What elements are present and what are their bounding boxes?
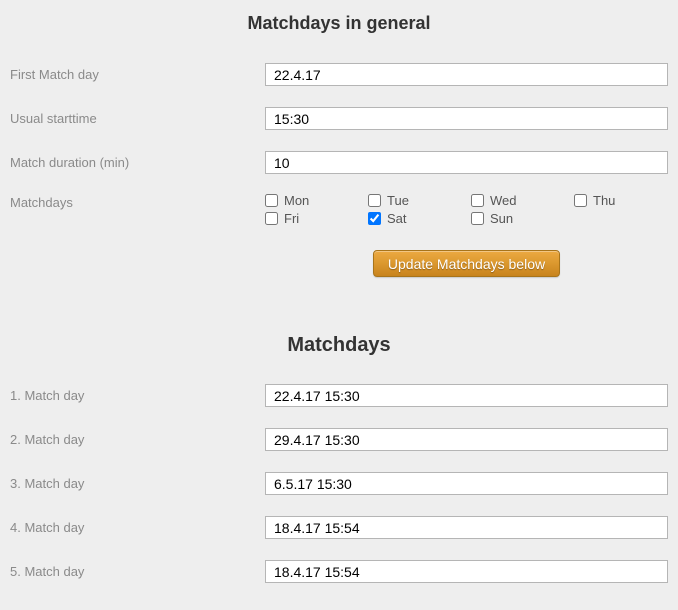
sat-checkbox-label: Sat: [387, 211, 407, 226]
thu-checkbox[interactable]: [574, 194, 587, 207]
first-match-day-row: First Match day: [10, 62, 668, 87]
fri-checkbox-label: Fri: [284, 211, 299, 226]
matchday-settings-page: Matchdays in general First Match day Usu…: [0, 12, 678, 610]
matchday-5-label: 5. Match day: [10, 564, 265, 579]
matchday-3-input[interactable]: [265, 472, 668, 495]
match-duration-row: Match duration (min): [10, 150, 668, 175]
matchday-1-input[interactable]: [265, 384, 668, 407]
usual-starttime-row: Usual starttime: [10, 106, 668, 131]
mon-checkbox-label: Mon: [284, 193, 309, 208]
matchday-3-label: 3. Match day: [10, 476, 265, 491]
matchday-4-label: 4. Match day: [10, 520, 265, 535]
weekday-option-thu[interactable]: Thu: [574, 194, 677, 207]
matchday-list: 1. Match day 2. Match day 3. Match day 4…: [0, 383, 678, 584]
weekday-option-mon[interactable]: Mon: [265, 194, 368, 207]
mon-checkbox[interactable]: [265, 194, 278, 207]
first-match-day-label: First Match day: [10, 67, 265, 82]
weekday-option-fri[interactable]: Fri: [265, 212, 368, 225]
matchday-row-2: 2. Match day: [10, 427, 668, 452]
sun-checkbox-label: Sun: [490, 211, 513, 226]
matchday-4-input[interactable]: [265, 516, 668, 539]
matchday-1-label: 1. Match day: [10, 388, 265, 403]
tue-checkbox[interactable]: [368, 194, 381, 207]
matchday-row-5: 5. Match day: [10, 559, 668, 584]
page-title: Matchdays in general: [0, 12, 678, 34]
sun-checkbox[interactable]: [471, 212, 484, 225]
weekday-option-sat[interactable]: Sat: [368, 212, 471, 225]
thu-checkbox-label: Thu: [593, 193, 615, 208]
matchday-5-input[interactable]: [265, 560, 668, 583]
wed-checkbox-label: Wed: [490, 193, 517, 208]
match-duration-label: Match duration (min): [10, 155, 265, 170]
weekday-option-sun[interactable]: Sun: [471, 212, 574, 225]
fri-checkbox[interactable]: [265, 212, 278, 225]
usual-starttime-input[interactable]: [265, 107, 668, 130]
weekday-checkbox-group: Mon Tue Wed Thu Fri Sat: [265, 194, 677, 225]
usual-starttime-label: Usual starttime: [10, 111, 265, 126]
matchdays-label: Matchdays: [10, 194, 265, 210]
first-match-day-input[interactable]: [265, 63, 668, 86]
matchday-row-3: 3. Match day: [10, 471, 668, 496]
update-matchdays-button[interactable]: Update Matchdays below: [373, 250, 560, 277]
matchdays-checkbox-row: Matchdays Mon Tue Wed Thu Fri: [10, 194, 668, 225]
matchday-2-input[interactable]: [265, 428, 668, 451]
sat-checkbox[interactable]: [368, 212, 381, 225]
matchdays-section-title: Matchdays: [0, 333, 678, 357]
weekday-option-tue[interactable]: Tue: [368, 194, 471, 207]
wed-checkbox[interactable]: [471, 194, 484, 207]
matchday-row-4: 4. Match day: [10, 515, 668, 540]
match-duration-input[interactable]: [265, 151, 668, 174]
update-button-row: Update Matchdays below: [265, 250, 668, 277]
tue-checkbox-label: Tue: [387, 193, 409, 208]
weekday-option-wed[interactable]: Wed: [471, 194, 574, 207]
matchday-2-label: 2. Match day: [10, 432, 265, 447]
matchday-row-1: 1. Match day: [10, 383, 668, 408]
